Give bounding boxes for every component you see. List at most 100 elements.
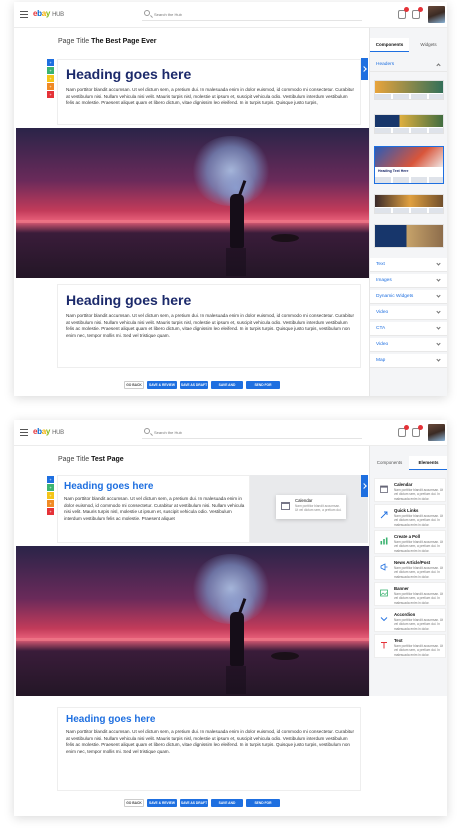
notifications-icon[interactable] (398, 425, 409, 437)
send-approval-button[interactable]: SEND FOR APPROVAL (246, 799, 280, 813)
save-review-button[interactable]: SAVE & REVIEW (147, 799, 177, 807)
color-tab-green[interactable]: + (47, 484, 54, 491)
element-calendar[interactable]: Calendar Nam porttitor blandit accumsan.… (374, 478, 446, 502)
save-draft-button[interactable]: SAVE AS DRAFT (180, 381, 208, 389)
person-silhouette (230, 612, 244, 666)
header-template-thumb[interactable] (374, 80, 444, 100)
send-approval-button[interactable]: SEND FOR APPROVAL (246, 381, 280, 395)
accordion-video-2[interactable]: Video (370, 338, 447, 352)
editor-screen-headers: ebayHUB Page Title The Best Page Ever + … (14, 2, 447, 396)
heading-2: Heading goes here (66, 714, 156, 725)
text-icon (381, 642, 387, 649)
accordion-cta[interactable]: CTA (370, 322, 447, 336)
search-input[interactable] (154, 427, 354, 437)
sidebar-tabs: Components Elements (370, 456, 447, 470)
expand-panel-tab[interactable] (361, 58, 368, 80)
thumb-row (375, 128, 443, 133)
header-template-thumb[interactable] (374, 194, 444, 214)
components-sidebar: Components Widgets Headers Heading Text … (369, 28, 447, 396)
color-tab-red[interactable]: + (47, 508, 54, 515)
page-title-prefix: Page Title (58, 456, 90, 463)
heading-1: Heading goes here (66, 66, 192, 82)
header-template-thumb[interactable] (374, 224, 444, 248)
avatar[interactable] (428, 6, 445, 23)
expand-panel-tab[interactable] (361, 475, 368, 497)
save-publish-button[interactable]: SAVE AND PUBLISH (211, 381, 243, 395)
top-bar: ebay HUB (14, 2, 447, 28)
paragraph-1: Nam porttitor blandit accumsan. Ut vel d… (66, 87, 354, 106)
element-title: Calendar (394, 482, 413, 487)
element-banner[interactable]: Banner Nam porttitor blandit accumsan. U… (374, 582, 446, 606)
color-tab-orange[interactable]: + (47, 83, 54, 90)
heading-2: Heading goes here (66, 292, 192, 308)
element-title: Accordion (394, 612, 416, 617)
thumb-row (375, 94, 443, 99)
save-review-button[interactable]: SAVE & REVIEW (147, 381, 177, 389)
accordion-dynamic-widgets[interactable]: Dynamic Widgets (370, 290, 447, 304)
megaphone-icon (380, 563, 388, 571)
menu-icon[interactable] (20, 429, 28, 436)
color-tab-blue[interactable]: + (47, 59, 54, 66)
bell-icon[interactable] (412, 7, 423, 19)
thumb-row (375, 177, 443, 183)
element-quick-links[interactable]: Quick Links Nam porttitor blandit accums… (374, 504, 446, 528)
page-title-name: Test Page (91, 456, 124, 463)
accordion-headers[interactable]: Headers (370, 58, 447, 72)
horizon-glow (16, 220, 369, 223)
rock-silhouette (271, 234, 299, 242)
search-bar[interactable] (142, 427, 362, 439)
element-text[interactable]: Text Nam porttitor blandit accumsan. Ut … (374, 634, 446, 658)
color-tab-red[interactable]: + (47, 91, 54, 98)
logo-letter: y (45, 9, 51, 18)
thumb-caption: Heading Text Here (378, 169, 409, 173)
logo[interactable]: ebay HUB (33, 427, 64, 436)
element-news-article[interactable]: News Article/Post Nam porttitor blandit … (374, 556, 446, 580)
header-template-thumb-selected[interactable]: Heading Text Here (374, 146, 444, 184)
element-title: Text (394, 638, 403, 643)
color-tab-orange[interactable]: + (47, 500, 54, 507)
tab-components[interactable]: Components (370, 456, 409, 470)
accordion-icon (380, 617, 388, 622)
logo[interactable]: ebay HUB (33, 9, 64, 18)
tab-elements[interactable]: Elements (409, 456, 447, 470)
color-tab-yellow[interactable]: + (47, 492, 54, 499)
bell-icon[interactable] (412, 425, 423, 437)
chevron-down-icon (436, 261, 441, 266)
thumb-banner (375, 225, 443, 247)
save-publish-button[interactable]: SAVE AND PUBLISH (211, 799, 243, 813)
color-tab-yellow[interactable]: + (47, 75, 54, 82)
go-back-button[interactable]: GO BACK (124, 799, 144, 807)
element-description: Nam porttitor blandit accumsan. Ut vel d… (394, 540, 444, 553)
tab-components[interactable]: Components (370, 38, 409, 52)
accordion-images[interactable]: Images (370, 274, 447, 288)
hero-image (16, 546, 369, 696)
accordion-video[interactable]: Video (370, 306, 447, 320)
heading-1: Heading goes here (64, 481, 154, 492)
thumb-banner (375, 147, 443, 167)
menu-icon[interactable] (20, 11, 28, 18)
logo-letter: y (45, 427, 51, 436)
hero-image (16, 128, 369, 278)
header-template-thumb[interactable] (374, 114, 444, 134)
accordion-text[interactable]: Text (370, 258, 447, 272)
element-create-poll[interactable]: Create a Poll Nam porttitor blandit accu… (374, 530, 446, 554)
poll-icon (380, 537, 388, 545)
dragged-calendar-card[interactable]: Calendar Nam porttitor blandit accumsan.… (276, 495, 346, 519)
search-bar[interactable] (142, 9, 362, 21)
page-title: Page Title The Best Page Ever (58, 38, 156, 45)
page-title: Page Title Test Page (58, 456, 124, 463)
color-tab-blue[interactable]: + (47, 476, 54, 483)
color-tab-green[interactable]: + (47, 67, 54, 74)
avatar[interactable] (428, 424, 445, 441)
color-tabs: + + + + + (47, 476, 54, 516)
accordion-map[interactable]: Map (370, 354, 447, 368)
save-draft-button[interactable]: SAVE AS DRAFT (180, 799, 208, 807)
element-accordion[interactable]: Accordion Nam porttitor blandit accumsan… (374, 608, 446, 632)
chevron-up-icon (436, 63, 441, 68)
search-input[interactable] (154, 9, 354, 19)
go-back-button[interactable]: GO BACK (124, 381, 144, 389)
tab-widgets[interactable]: Widgets (409, 38, 447, 52)
notifications-icon[interactable] (398, 7, 409, 19)
drop-zone[interactable]: Calendar Nam porttitor blandit accumsan.… (250, 475, 368, 543)
card-description: Nam porttitor blandit accumsan. Ut vel d… (295, 504, 342, 513)
